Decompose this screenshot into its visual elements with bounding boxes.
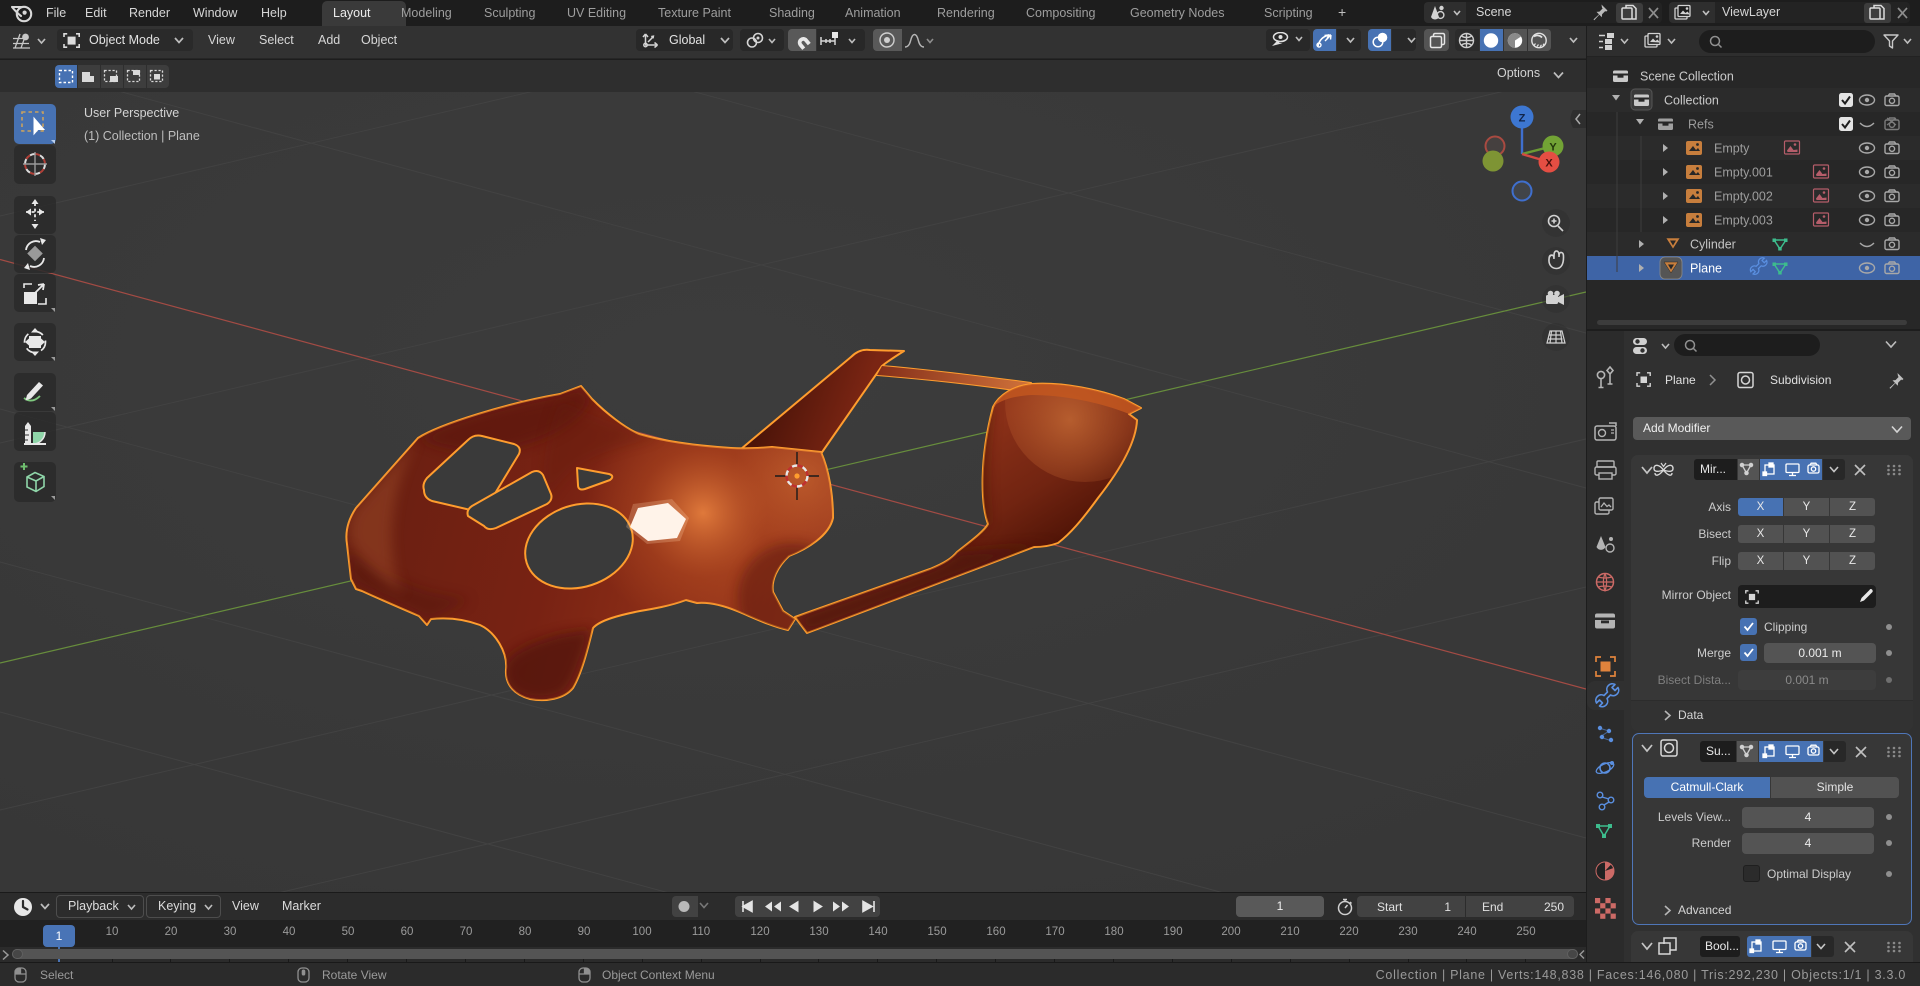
svg-text:Refs: Refs: [1688, 118, 1714, 132]
svg-text:Z: Z: [1519, 113, 1526, 125]
svg-text:Empty.002: Empty.002: [1714, 190, 1773, 204]
svg-text:Empty.001: Empty.001: [1714, 166, 1773, 180]
svg-text:Plane: Plane: [1690, 262, 1722, 276]
svg-text:X: X: [1545, 158, 1553, 170]
svg-text:Scene Collection: Scene Collection: [1640, 70, 1734, 84]
svg-text:(1) Collection | Plane: (1) Collection | Plane: [84, 129, 200, 143]
svg-text:Collection: Collection: [1664, 94, 1719, 108]
svg-text:Empty: Empty: [1714, 142, 1750, 156]
svg-text:Empty.003: Empty.003: [1714, 214, 1773, 228]
svg-text:User Perspective: User Perspective: [84, 106, 179, 120]
svg-text:Cylinder: Cylinder: [1690, 238, 1736, 252]
